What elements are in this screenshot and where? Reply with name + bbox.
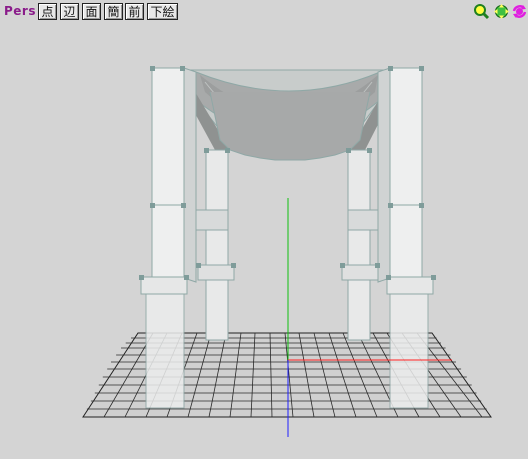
vertex-mode-button[interactable]: 点 bbox=[38, 3, 57, 20]
underlay-button[interactable]: 下絵 bbox=[147, 3, 178, 20]
ground-grid bbox=[82, 332, 492, 418]
front-mode-button[interactable]: 前 bbox=[125, 3, 144, 20]
move-icon[interactable] bbox=[493, 3, 510, 20]
viewport-toolbar: Pers 点 辺 面 簡 前 下絵 bbox=[0, 0, 528, 23]
3d-viewport[interactable] bbox=[0, 24, 528, 459]
view-mode-label[interactable]: Pers bbox=[4, 3, 36, 20]
zoom-icon[interactable] bbox=[473, 3, 490, 20]
simple-mode-button[interactable]: 簡 bbox=[104, 3, 123, 20]
face-mode-button[interactable]: 面 bbox=[82, 3, 101, 20]
canopy-model bbox=[182, 69, 396, 161]
rotate-icon[interactable] bbox=[511, 3, 528, 20]
edge-mode-button[interactable]: 辺 bbox=[60, 3, 79, 20]
